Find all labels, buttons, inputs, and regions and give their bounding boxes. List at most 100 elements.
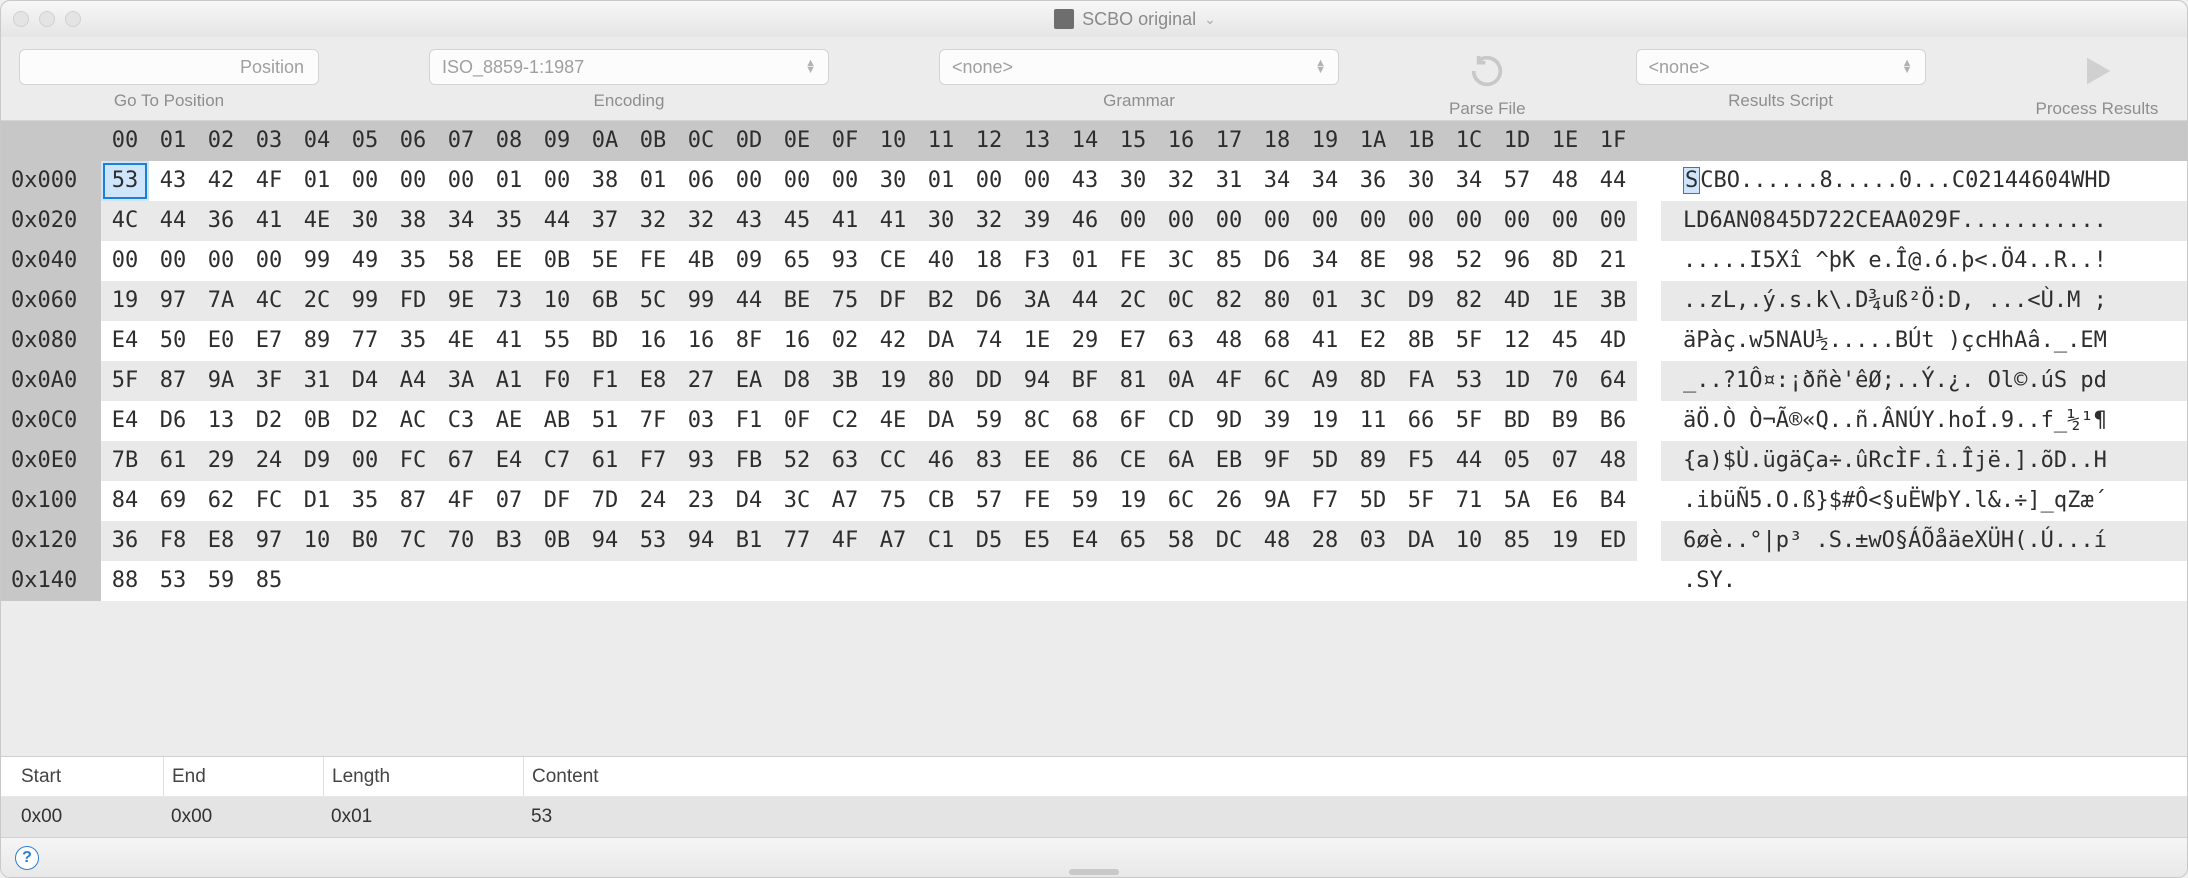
hex-byte[interactable]: 41 (869, 201, 917, 241)
hex-byte[interactable]: B4 (1589, 481, 1637, 521)
hex-byte[interactable]: 96 (1493, 241, 1541, 281)
hex-byte[interactable]: 31 (293, 361, 341, 401)
hex-byte[interactable]: E5 (1013, 521, 1061, 561)
hex-byte[interactable]: 7A (197, 281, 245, 321)
hex-byte[interactable]: 5F (1397, 481, 1445, 521)
hex-byte[interactable]: D9 (1397, 281, 1445, 321)
hex-byte[interactable]: E8 (197, 521, 245, 561)
hex-byte[interactable]: 3A (437, 361, 485, 401)
hex-byte[interactable]: C7 (533, 441, 581, 481)
hex-byte[interactable]: 70 (1541, 361, 1589, 401)
hex-byte[interactable]: D6 (1253, 241, 1301, 281)
hex-byte[interactable]: CE (1109, 441, 1157, 481)
hex-byte[interactable]: 3B (821, 361, 869, 401)
zoom-icon[interactable] (65, 11, 81, 27)
hex-byte[interactable]: 00 (773, 161, 821, 201)
hex-byte[interactable]: F1 (725, 401, 773, 441)
hex-byte[interactable]: 01 (485, 161, 533, 201)
hex-byte[interactable]: 53 (149, 561, 197, 601)
hex-byte[interactable]: 44 (149, 201, 197, 241)
hex-byte[interactable]: 4F (1205, 361, 1253, 401)
hex-byte[interactable] (773, 561, 821, 601)
hex-byte[interactable]: DF (869, 281, 917, 321)
hex-byte[interactable]: 00 (1349, 201, 1397, 241)
hex-byte[interactable]: 71 (1445, 481, 1493, 521)
hex-byte[interactable] (341, 561, 389, 601)
hex-byte[interactable] (485, 561, 533, 601)
hex-byte[interactable]: 85 (1493, 521, 1541, 561)
hex-row[interactable]: 0x100846962FCD135874F07DF7D2423D43CA775C… (1, 481, 2187, 521)
hex-byte[interactable] (821, 561, 869, 601)
hex-byte[interactable] (677, 561, 725, 601)
hex-byte[interactable]: 09 (725, 241, 773, 281)
hex-byte[interactable]: 00 (1493, 201, 1541, 241)
hex-byte[interactable]: 5C (629, 281, 677, 321)
hex-byte[interactable]: 8D (1541, 241, 1589, 281)
hex-byte[interactable]: 00 (1541, 201, 1589, 241)
hex-byte[interactable] (533, 561, 581, 601)
hex-byte[interactable]: 38 (389, 201, 437, 241)
hex-ascii[interactable]: äÖ.Ò Ò¬Ã®«Q..ñ.ÂNÚY.hoÍ.9..f_½¹¶ (1661, 401, 2187, 441)
hex-byte[interactable]: D6 (149, 401, 197, 441)
hex-byte[interactable] (1349, 561, 1397, 601)
hex-byte[interactable]: 85 (245, 561, 293, 601)
hex-byte[interactable]: 3C (1349, 281, 1397, 321)
hex-byte[interactable]: D4 (725, 481, 773, 521)
hex-byte[interactable]: 12 (1493, 321, 1541, 361)
hex-byte[interactable]: 94 (1013, 361, 1061, 401)
hex-byte[interactable]: 13 (197, 401, 245, 441)
hex-byte[interactable]: 68 (1253, 321, 1301, 361)
hex-byte[interactable]: 57 (1493, 161, 1541, 201)
hex-byte[interactable]: A4 (389, 361, 437, 401)
hex-byte[interactable]: 00 (965, 161, 1013, 201)
hex-byte[interactable]: 0B (293, 401, 341, 441)
hex-byte[interactable]: EA (725, 361, 773, 401)
hex-byte[interactable]: 6B (581, 281, 629, 321)
hex-byte[interactable]: FC (389, 441, 437, 481)
hex-byte[interactable]: 98 (1397, 241, 1445, 281)
hex-byte[interactable] (1205, 561, 1253, 601)
hex-byte[interactable]: 63 (821, 441, 869, 481)
hex-byte[interactable]: 0F (773, 401, 821, 441)
hex-byte[interactable]: 36 (197, 201, 245, 241)
parse-button[interactable] (1457, 49, 1517, 93)
hex-byte[interactable]: 3A (1013, 281, 1061, 321)
hex-byte[interactable]: 52 (1445, 241, 1493, 281)
hex-byte[interactable]: 10 (533, 281, 581, 321)
hex-byte[interactable]: 97 (149, 281, 197, 321)
hex-byte[interactable]: 68 (1061, 401, 1109, 441)
hex-byte[interactable]: BD (581, 321, 629, 361)
hex-byte[interactable]: 97 (245, 521, 293, 561)
hex-byte[interactable]: FE (1109, 241, 1157, 281)
hex-byte[interactable]: 3F (245, 361, 293, 401)
hex-byte[interactable]: 19 (1301, 401, 1349, 441)
hex-byte[interactable]: 29 (1061, 321, 1109, 361)
hex-byte[interactable]: FE (1013, 481, 1061, 521)
hex-byte[interactable]: 1E (1541, 281, 1589, 321)
hex-row[interactable]: 0x06019977A4C2C99FD9E73106B5C9944BE75DFB… (1, 281, 2187, 321)
hex-byte[interactable]: 59 (965, 401, 1013, 441)
hex-byte[interactable]: 00 (1301, 201, 1349, 241)
hex-ascii[interactable]: .ibüÑ5.O.ß}$#Ô<§uËWþY.l&.÷]_qZæ´ (1661, 481, 2187, 521)
hex-byte[interactable]: 64 (1589, 361, 1637, 401)
hex-ascii[interactable]: 6øè..°|p³ .S.±wO§ÁÕåäeXÜH(.Ú...í (1661, 521, 2187, 561)
hex-byte[interactable]: 99 (293, 241, 341, 281)
hex-byte[interactable]: 66 (1397, 401, 1445, 441)
hex-byte[interactable]: 2C (1109, 281, 1157, 321)
hex-byte[interactable] (629, 561, 677, 601)
hex-byte[interactable]: 77 (773, 521, 821, 561)
hex-byte[interactable]: 9F (1253, 441, 1301, 481)
hex-byte[interactable]: 41 (245, 201, 293, 241)
hex-byte[interactable]: 8E (1349, 241, 1397, 281)
hex-byte[interactable]: 74 (965, 321, 1013, 361)
hex-byte[interactable]: D2 (245, 401, 293, 441)
hex-ascii[interactable]: {a)$Ù.ügäÇa÷.ûRcÌF.î.Îjë.].õD..H (1661, 441, 2187, 481)
hex-byte[interactable]: 00 (1445, 201, 1493, 241)
hex-byte[interactable]: 00 (533, 161, 581, 201)
hex-byte[interactable]: 37 (581, 201, 629, 241)
hex-byte[interactable]: 00 (149, 241, 197, 281)
hex-byte[interactable]: FC (245, 481, 293, 521)
hex-byte[interactable]: 16 (773, 321, 821, 361)
hex-byte[interactable]: BE (773, 281, 821, 321)
hex-byte[interactable]: 00 (1253, 201, 1301, 241)
